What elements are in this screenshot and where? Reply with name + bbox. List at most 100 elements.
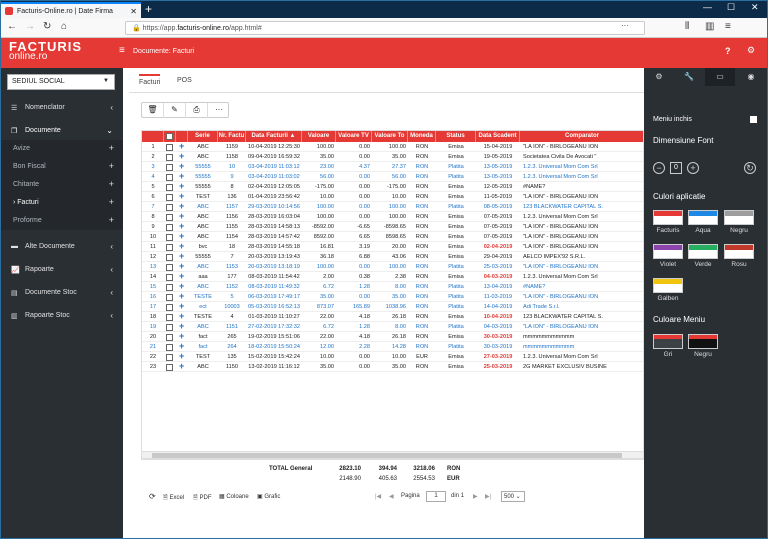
browser-tab[interactable]: Facturis-Online.ro | Date Firma ✕: [1, 2, 141, 18]
row-checkbox[interactable]: [166, 173, 173, 181]
company-select[interactable]: SEDIUL SOCIAL ▼: [7, 74, 115, 90]
expand-row-icon[interactable]: +: [179, 211, 184, 221]
expand-row-icon[interactable]: +: [179, 141, 184, 151]
table-row[interactable]: 21 + fact 264 18-02-2019 15:50:24 12.00 2.28 14…: [142, 341, 643, 352]
sidebar-item-rapoarte[interactable]: 📈 Rapoarte ‹: [1, 261, 123, 279]
column-header[interactable]: Serie: [188, 131, 218, 142]
close-window-icon[interactable]: ✕: [751, 2, 759, 13]
url-bar[interactable]: 🔒 https://app.facturis-online.ro/app.htm…: [125, 21, 645, 35]
row-checkbox[interactable]: [166, 183, 173, 191]
row-checkbox[interactable]: [166, 143, 173, 151]
chart-button[interactable]: ▣ Grafic: [257, 493, 280, 500]
expand-row-icon[interactable]: +: [179, 291, 184, 301]
color-swatch-aqua[interactable]: [688, 210, 718, 225]
prev-page-icon[interactable]: ◀: [389, 493, 394, 500]
expand-row-icon[interactable]: +: [179, 361, 184, 371]
font-increase-icon[interactable]: +: [687, 162, 699, 174]
help-icon[interactable]: ?: [725, 46, 731, 56]
expand-row-icon[interactable]: +: [179, 341, 184, 351]
menu-icon[interactable]: ≡: [725, 21, 731, 32]
grid-scrollbar[interactable]: [141, 451, 644, 459]
table-row[interactable]: 1 + ABC 1159 10-04-2019 12:25:30 100.00 0.00 10…: [142, 141, 643, 152]
expand-row-icon[interactable]: +: [179, 281, 184, 291]
hamburger-icon[interactable]: ≡: [119, 45, 125, 56]
expand-row-icon[interactable]: +: [179, 151, 184, 161]
select-all-checkbox[interactable]: [166, 133, 173, 140]
home-icon[interactable]: ⌂: [61, 21, 67, 32]
table-row[interactable]: 10 + ABC 1154 28-03-2019 14:57:42 8592.00 6.65…: [142, 231, 643, 242]
row-checkbox[interactable]: [166, 223, 173, 231]
column-header[interactable]: Moneda: [408, 131, 436, 142]
sidebar-sub-facturi[interactable]: › Facturi +: [1, 194, 123, 212]
row-checkbox[interactable]: [166, 213, 173, 221]
expand-row-icon[interactable]: +: [179, 261, 184, 271]
table-row[interactable]: 6 + TEST 136 01-04-2019 23:56:42 10.00 0.00 10.…: [142, 191, 643, 202]
per-page-select[interactable]: 500 ⌄: [501, 491, 525, 502]
edit-icon[interactable]: ✎: [164, 103, 186, 118]
row-checkbox[interactable]: [166, 353, 173, 361]
print-icon[interactable]: ⎙: [186, 103, 208, 118]
expand-row-icon[interactable]: +: [179, 231, 184, 241]
color-swatch-rosu[interactable]: [724, 244, 754, 259]
columns-button[interactable]: ▦ Coloane: [219, 493, 249, 500]
color-swatch-violet[interactable]: [653, 244, 683, 259]
expand-row-icon[interactable]: +: [179, 171, 184, 181]
table-row[interactable]: 14 + aaa 177 08-03-2019 11:54:42 2.00 0.38 2.38…: [142, 271, 643, 282]
table-row[interactable]: 4 +55555 9 03-04-2019 11:03:02 56.00 0.00 56.0…: [142, 171, 643, 182]
expand-row-icon[interactable]: +: [179, 301, 184, 311]
row-checkbox[interactable]: [166, 323, 173, 331]
page-actions-icon[interactable]: ···: [621, 21, 629, 30]
color-swatch-negru[interactable]: [724, 210, 754, 225]
export-excel-button[interactable]: 🗎 Excel: [163, 493, 184, 503]
maximize-icon[interactable]: ☐: [727, 2, 735, 13]
sidebar-toggle-icon[interactable]: ▥: [705, 21, 714, 32]
column-header[interactable]: Nr. Factu: [218, 131, 246, 142]
last-page-icon[interactable]: ▶|: [485, 493, 491, 500]
logo[interactable]: FACTURIS online.ro: [9, 40, 82, 62]
row-checkbox[interactable]: [166, 253, 173, 261]
table-row[interactable]: 2 + ABC 1158 09-04-2019 16:59:32 35.00 0.00 35.…: [142, 151, 643, 162]
table-row[interactable]: 8 + ABC 1156 28-03-2019 16:03:04 100.00 0.00 10…: [142, 211, 643, 222]
table-row[interactable]: 5 +55555 8 02-04-2019 12:05:05 -175.00 0.00 -1…: [142, 181, 643, 192]
expand-row-icon[interactable]: +: [179, 181, 184, 191]
expand-row-icon[interactable]: +: [179, 221, 184, 231]
row-checkbox[interactable]: [166, 343, 173, 351]
font-reset-icon[interactable]: ↻: [744, 162, 756, 174]
font-decrease-icon[interactable]: −: [653, 162, 665, 174]
menu-color-swatch-negru[interactable]: [688, 334, 718, 349]
menu-color-swatch-gri[interactable]: [653, 334, 683, 349]
column-header[interactable]: Data Scadent: [476, 131, 520, 142]
table-row[interactable]: 7 + ABC 1157 29-03-2019 10:14:56 100.00 0.00 10…: [142, 201, 643, 212]
sidebar-sub-bon-fiscal[interactable]: Bon Fiscal +: [1, 158, 123, 176]
row-checkbox[interactable]: [166, 243, 173, 251]
expand-row-icon[interactable]: +: [179, 331, 184, 341]
color-swatch-facturis[interactable]: [653, 210, 683, 225]
row-checkbox[interactable]: [166, 333, 173, 341]
row-checkbox[interactable]: [166, 263, 173, 271]
column-header[interactable]: Status: [436, 131, 476, 142]
settings-icon[interactable]: ⚙: [747, 45, 755, 56]
table-row[interactable]: 3 +55555 10 03-04-2019 11:03:12 23.00 4.37 27.…: [142, 161, 643, 172]
back-icon[interactable]: ←: [7, 21, 17, 32]
color-swatch-verde[interactable]: [688, 244, 718, 259]
table-row[interactable]: 12 +55555 7 20-03-2019 13:19:43 36.18 6.88 43.…: [142, 251, 643, 262]
minimize-icon[interactable]: —: [703, 2, 712, 12]
settings-tab-monitor-icon[interactable]: ▭: [705, 68, 735, 86]
table-row[interactable]: 20 + fact 265 19-02-2019 15:51:06 22.00 4.18 26…: [142, 331, 643, 342]
row-checkbox[interactable]: [166, 313, 173, 321]
row-checkbox[interactable]: [166, 153, 173, 161]
reload-icon[interactable]: ↻: [43, 21, 51, 32]
next-page-icon[interactable]: ▶: [473, 493, 478, 500]
sidebar-item-rapoarte-stoc[interactable]: ▥ Rapoarte Stoc ‹: [1, 307, 123, 325]
row-checkbox[interactable]: [166, 283, 173, 291]
table-row[interactable]: 11 + bvc 18 28-03-2019 14:55:18 16.81 3.19 20.0…: [142, 241, 643, 252]
table-row[interactable]: 16 + TESTE 5 06-03-2019 17:49:17 35.00 0.00 35.…: [142, 291, 643, 302]
column-header[interactable]: Data Facturii ▲: [246, 131, 302, 142]
row-checkbox[interactable]: [166, 273, 173, 281]
row-checkbox[interactable]: [166, 203, 173, 211]
table-row[interactable]: 23 + ABC 1150 13-02-2019 11:16:12 35.00 0.00 35…: [142, 361, 643, 372]
new-tab-icon[interactable]: +: [145, 2, 152, 16]
table-row[interactable]: 13 + ABC 1153 20-03-2019 13:18:19 100.00 0.00 1…: [142, 261, 643, 272]
expand-row-icon[interactable]: +: [179, 251, 184, 261]
tab-pos[interactable]: POS: [177, 77, 192, 84]
